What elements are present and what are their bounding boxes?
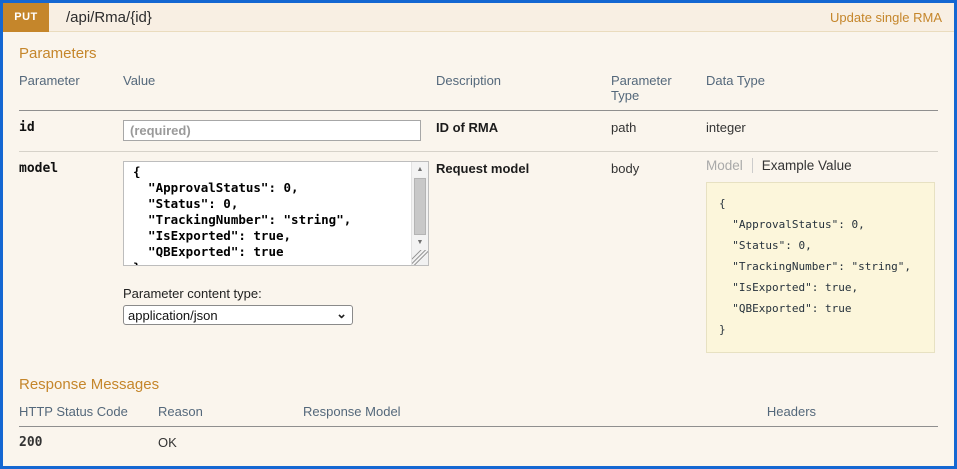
- table-row-model: model { "ApprovalStatus": 0, "Status": 0…: [19, 152, 938, 363]
- operation-content: Parameters Parameter Value Description P…: [3, 45, 954, 466]
- model-example-tabs: Model Example Value: [706, 158, 935, 173]
- col-response-model: Response Model: [303, 404, 401, 419]
- headers-value: [653, 427, 938, 462]
- param-type-id: path: [611, 120, 637, 135]
- parameters-heading: Parameters: [19, 45, 97, 62]
- data-type-id: integer: [706, 120, 746, 135]
- model-body-textarea[interactable]: { "ApprovalStatus": 0, "Status": 0, "Tra…: [124, 162, 411, 265]
- http-method-badge[interactable]: PUT: [3, 3, 49, 32]
- parameters-table-header: Parameter Value Description Parameter Ty…: [19, 71, 938, 111]
- param-type-model: body: [611, 161, 640, 176]
- content-type-label: Parameter content type:: [123, 286, 262, 301]
- scrollbar-track[interactable]: [412, 177, 428, 235]
- scroll-up-icon[interactable]: ▲: [412, 162, 428, 177]
- col-data-type: Data Type: [706, 73, 766, 88]
- responses-table-header: HTTP Status Code Reason Response Model H…: [19, 402, 938, 427]
- col-parameter-type: Parameter Type: [611, 73, 672, 103]
- col-reason: Reason: [158, 404, 203, 419]
- col-http-status-code: HTTP Status Code: [19, 404, 128, 419]
- response-model-value: [303, 427, 653, 462]
- table-row-id: id ID of RMA path integer: [19, 111, 938, 152]
- tab-example-value[interactable]: Example Value: [762, 158, 852, 173]
- scroll-down-icon[interactable]: ▼: [412, 235, 428, 250]
- reason-ok: OK: [158, 435, 177, 450]
- param-name-id: id: [19, 120, 35, 135]
- content-type-select[interactable]: application/json: [123, 305, 353, 325]
- id-value-input[interactable]: [123, 120, 421, 141]
- response-messages-heading: Response Messages: [19, 376, 160, 393]
- content-type-block: Parameter content type: application/json…: [123, 286, 428, 325]
- param-name-model: model: [19, 161, 59, 176]
- tab-divider: [751, 158, 753, 173]
- textarea-scrollbar[interactable]: ▲ ▼: [411, 162, 428, 265]
- scrollbar-thumb[interactable]: [414, 178, 426, 235]
- col-value: Value: [123, 73, 156, 88]
- param-description-id: ID of RMA: [436, 120, 499, 135]
- swagger-operation-panel: PUT /api/Rma/{id} Update single RMA Para…: [0, 0, 957, 469]
- param-description-model: Request model: [436, 161, 530, 176]
- model-body-editor: { "ApprovalStatus": 0, "Status": 0, "Tra…: [123, 161, 429, 266]
- col-description: Description: [436, 73, 502, 88]
- col-parameter: Parameter: [19, 73, 80, 88]
- operation-header[interactable]: PUT /api/Rma/{id} Update single RMA: [3, 3, 954, 32]
- endpoint-path[interactable]: /api/Rma/{id}: [66, 9, 152, 26]
- model-data-type-cell: Model Example Value { "ApprovalStatus": …: [706, 152, 943, 363]
- col-headers: Headers: [766, 404, 817, 419]
- example-value-snippet[interactable]: { "ApprovalStatus": 0, "Status": 0, "Tra…: [706, 182, 935, 353]
- operation-summary-link[interactable]: Update single RMA: [830, 10, 942, 25]
- tab-model[interactable]: Model: [706, 158, 743, 173]
- table-row-200: 200 OK: [19, 427, 938, 462]
- status-code-200: 200: [19, 435, 43, 450]
- resize-grip-icon[interactable]: [412, 250, 428, 265]
